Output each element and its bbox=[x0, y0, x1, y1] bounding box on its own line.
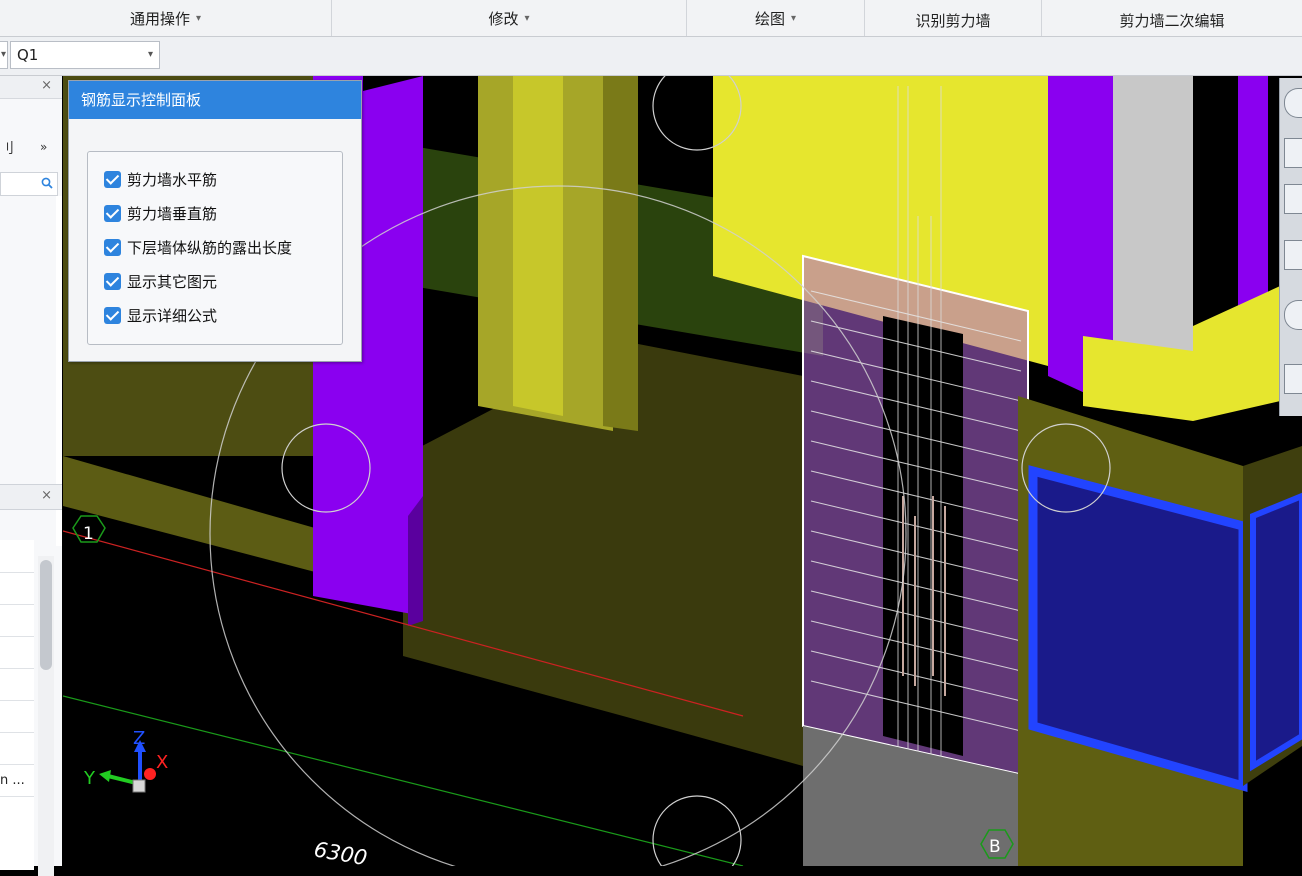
close-icon[interactable]: × bbox=[41, 488, 52, 503]
orbit-icon[interactable] bbox=[1284, 300, 1302, 330]
wall-core-dark bbox=[883, 316, 963, 756]
zoom-icon[interactable] bbox=[1284, 88, 1302, 118]
rebar-options-group: 剪力墙水平筋 剪力墙垂直筋 下层墙体纵筋的露出长度 显示其它图元 显示详细公式 bbox=[87, 151, 343, 345]
option-label: 剪力墙水平筋 bbox=[127, 170, 218, 189]
component-select[interactable]: Q1 ▾ bbox=[10, 41, 160, 69]
grid-axis-label-1: 1 bbox=[83, 524, 94, 544]
ribbon-label: 剪力墙二次编辑 bbox=[1119, 11, 1225, 30]
ribbon-group-draw[interactable]: 绘图 ▾ bbox=[687, 0, 865, 36]
ribbon-group-common-ops[interactable]: 通用操作 ▾ bbox=[0, 0, 332, 36]
close-icon[interactable]: × bbox=[41, 78, 52, 93]
ribbon-group-identify-wall[interactable]: 识别剪力墙 bbox=[865, 0, 1042, 36]
list-item[interactable] bbox=[0, 637, 34, 669]
list-item[interactable] bbox=[0, 701, 34, 733]
component-select-value: Q1 bbox=[17, 46, 39, 64]
list-view-icon[interactable] bbox=[1284, 364, 1302, 394]
panel2-header: × bbox=[0, 484, 62, 510]
panel-header: × bbox=[0, 76, 62, 99]
option-show-other-elements[interactable]: 显示其它图元 bbox=[104, 270, 217, 292]
list-item[interactable] bbox=[0, 733, 34, 765]
property-toolbar: ▾ Q1 ▾ bbox=[0, 37, 1302, 76]
blue-frame-side bbox=[1250, 492, 1302, 772]
list-item[interactable] bbox=[0, 605, 34, 637]
axis-x-label: X bbox=[156, 752, 168, 773]
search-icon bbox=[41, 177, 53, 189]
option-label: 显示其它图元 bbox=[127, 272, 218, 291]
ribbon-label: 识别剪力墙 bbox=[915, 11, 991, 30]
panel-row-label: 刂 bbox=[0, 141, 14, 157]
list-item[interactable] bbox=[0, 540, 34, 573]
chevron-down-icon: ▾ bbox=[524, 12, 530, 24]
panel-search-input[interactable] bbox=[0, 172, 58, 196]
ribbon-label: 修改 bbox=[488, 9, 519, 28]
axis-gizmo: Z Y X bbox=[83, 728, 168, 793]
option-label: 剪力墙垂直筋 bbox=[127, 204, 218, 223]
chevron-down-icon: ▾ bbox=[0, 49, 6, 60]
prev-combo[interactable]: ▾ bbox=[0, 41, 8, 69]
scrollbar-thumb[interactable] bbox=[40, 560, 52, 670]
checkbox[interactable] bbox=[104, 204, 121, 222]
axis-z-label: Z bbox=[133, 728, 145, 749]
checkbox[interactable] bbox=[104, 306, 121, 324]
ribbon-label: 通用操作 bbox=[129, 9, 190, 28]
option-label: 显示详细公式 bbox=[127, 306, 218, 325]
option-wall-horizontal-rebar[interactable]: 剪力墙水平筋 bbox=[104, 168, 217, 190]
option-wall-vertical-rebar[interactable]: 剪力墙垂直筋 bbox=[104, 202, 217, 224]
view-iso-icon[interactable] bbox=[1284, 184, 1302, 214]
orbit-handle-bottom[interactable] bbox=[652, 795, 742, 866]
chevron-down-icon: ▾ bbox=[790, 12, 797, 24]
rebar-panel-title[interactable]: 钢筋显示控制面板 bbox=[69, 81, 361, 119]
axis-y-label: Y bbox=[83, 768, 96, 789]
view-box-icon[interactable] bbox=[1284, 240, 1302, 270]
option-show-detailed-formula[interactable]: 显示详细公式 bbox=[104, 304, 217, 326]
purple-wall-shadow bbox=[408, 496, 423, 626]
yellow-column-face bbox=[513, 76, 563, 416]
more-icon[interactable]: » bbox=[40, 140, 47, 154]
left-dock-panel: × 刂 » × n ... bbox=[0, 76, 62, 876]
scrollbar[interactable] bbox=[38, 556, 54, 876]
view-toolbar bbox=[1279, 78, 1302, 416]
ribbon-label: 绘图 bbox=[754, 9, 785, 28]
chevron-down-icon: ▾ bbox=[147, 49, 153, 60]
list-item[interactable]: n ... bbox=[0, 765, 34, 797]
ribbon-group-modify[interactable]: 修改 ▾ bbox=[332, 0, 687, 36]
rebar-display-panel: 钢筋显示控制面板 剪力墙水平筋 剪力墙垂直筋 下层墙体纵筋的露出长度 显示其它图… bbox=[68, 80, 362, 362]
checkbox[interactable] bbox=[104, 238, 121, 256]
ribbon-bar: 通用操作 ▾ 修改 ▾ 绘图 ▾ 识别剪力墙 剪力墙二次编辑 bbox=[0, 0, 1302, 37]
list-item[interactable] bbox=[0, 669, 34, 701]
grid-axis-label-b: B bbox=[989, 837, 1001, 857]
property-list: n ... bbox=[0, 540, 34, 870]
checkbox[interactable] bbox=[104, 272, 121, 290]
chevron-down-icon: ▾ bbox=[195, 12, 202, 24]
option-label: 下层墙体纵筋的露出长度 bbox=[127, 238, 293, 257]
ribbon-group-wall-secondary-edit[interactable]: 剪力墙二次编辑 bbox=[1042, 0, 1302, 36]
option-lower-wall-exposed-length[interactable]: 下层墙体纵筋的露出长度 bbox=[104, 236, 292, 258]
grid-line-green bbox=[63, 695, 744, 866]
list-item[interactable] bbox=[0, 573, 34, 605]
dimension-label: 6300 bbox=[312, 837, 369, 866]
checkbox[interactable] bbox=[104, 170, 121, 188]
view-front-icon[interactable] bbox=[1284, 138, 1302, 168]
yellow-ledge bbox=[1083, 336, 1193, 421]
